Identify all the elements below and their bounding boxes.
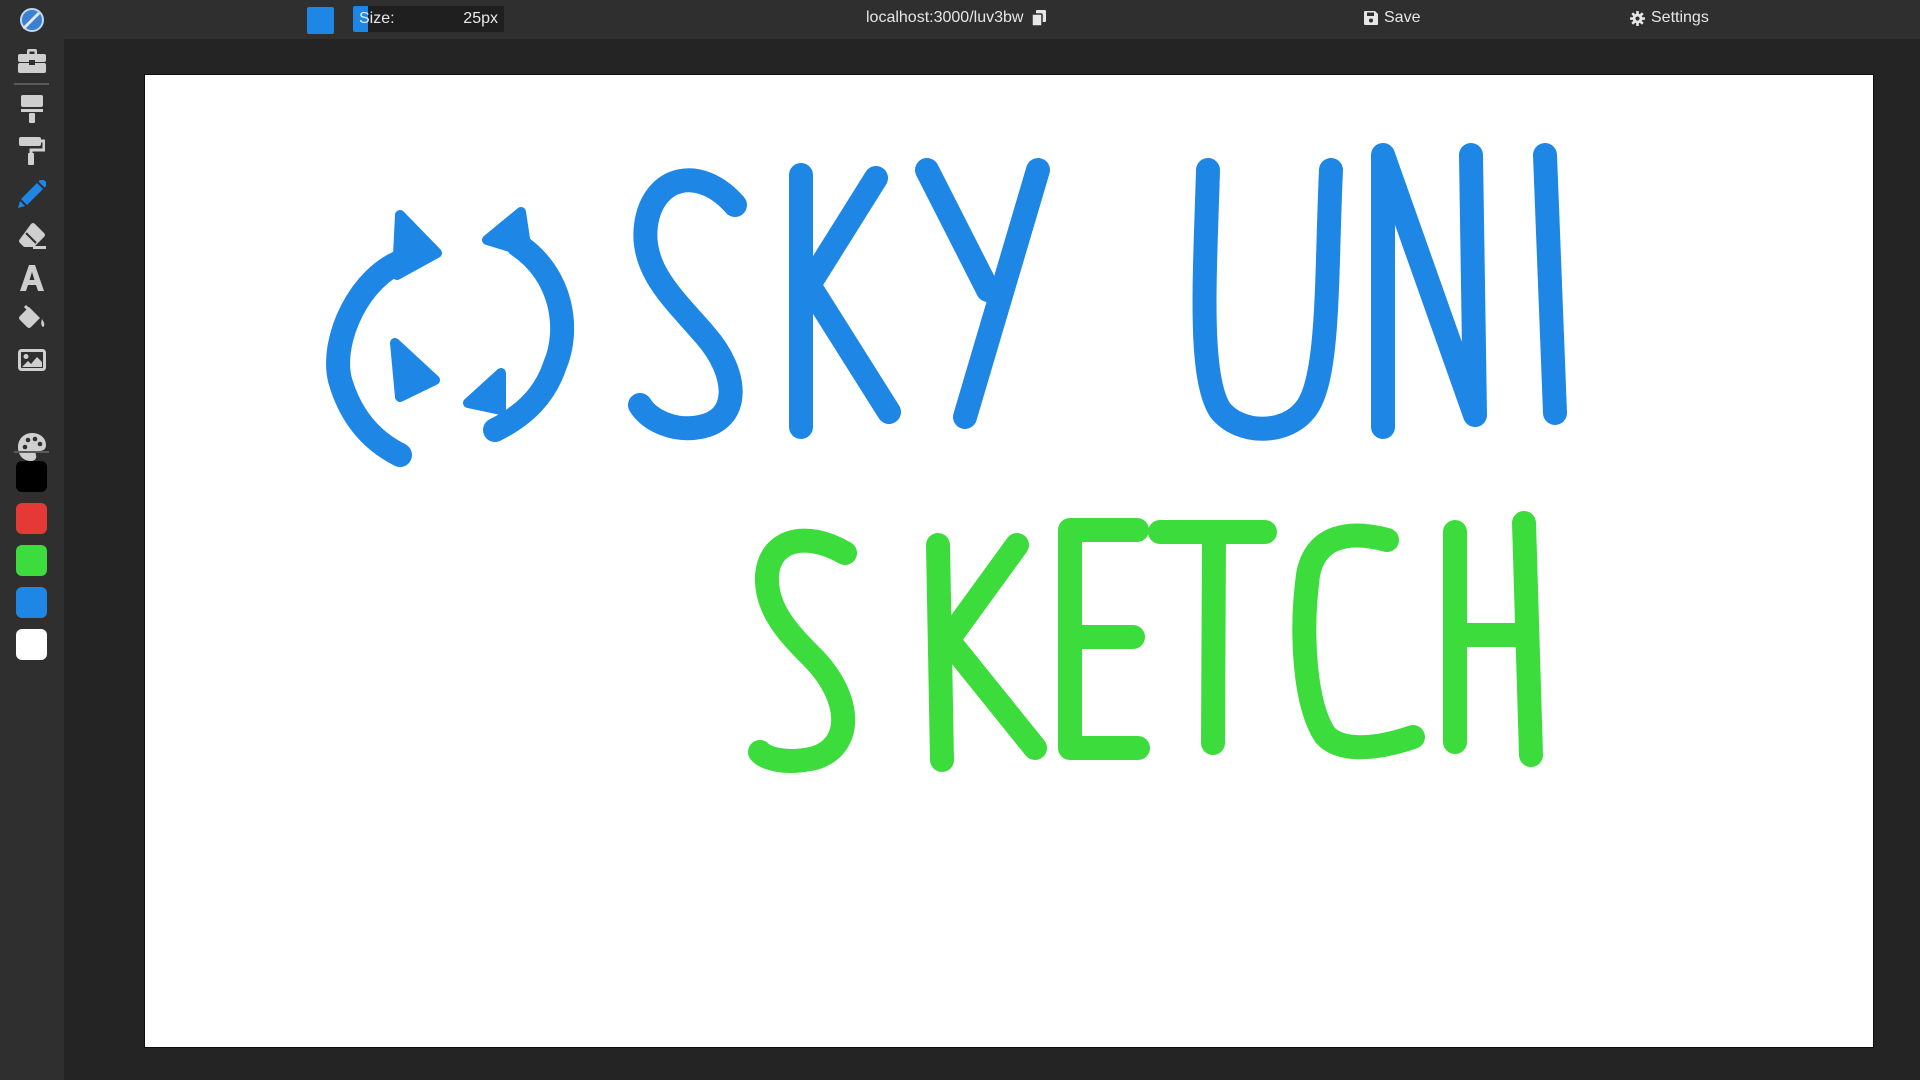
share-url-text: localhost:3000/luv3bw — [866, 9, 1024, 26]
color-swatch-black[interactable] — [16, 461, 47, 492]
drawn-text-sketch — [748, 511, 1543, 773]
sidebar-divider — [14, 451, 49, 453]
settings-button[interactable]: Settings — [1630, 9, 1709, 27]
pencil-button[interactable] — [12, 176, 52, 212]
color-swatch-blue[interactable] — [16, 587, 47, 618]
eraser-icon — [19, 223, 46, 249]
paint-roller-icon — [21, 95, 43, 123]
paint-roller-button[interactable] — [12, 91, 52, 127]
toolbox-button[interactable] — [12, 43, 52, 79]
drawn-text-sky-uni — [628, 143, 1567, 441]
palette-button[interactable] — [12, 429, 52, 465]
app-logo-icon[interactable] — [18, 6, 46, 34]
drawn-arrowheads — [390, 207, 532, 415]
save-button[interactable]: Save — [1364, 9, 1420, 27]
current-color-button[interactable] — [307, 7, 334, 34]
sidebar-divider — [14, 83, 49, 85]
text-tool-button[interactable] — [12, 260, 52, 296]
paint-brush-button[interactable] — [12, 133, 52, 169]
save-label: Save — [1384, 9, 1421, 26]
image-button[interactable] — [12, 342, 52, 378]
top-toolbar: Size: 25px localhost:3000/luv3bw Save Se… — [0, 0, 1920, 39]
pencil-icon — [18, 180, 46, 208]
brush-size-label: Size: — [359, 10, 395, 27]
paint-brush-icon — [19, 137, 45, 165]
fill-bucket-icon — [19, 305, 45, 328]
color-swatch-red[interactable] — [16, 503, 47, 534]
eraser-button[interactable] — [12, 218, 52, 254]
color-swatch-white[interactable] — [16, 629, 47, 660]
canvas-drawing — [326, 143, 1567, 773]
drawing-canvas[interactable] — [144, 74, 1874, 1048]
share-link[interactable]: localhost:3000/luv3bw — [866, 9, 1047, 27]
text-icon — [20, 265, 44, 291]
color-swatch-green[interactable] — [16, 545, 47, 576]
copy-icon[interactable] — [1032, 10, 1047, 26]
brush-size-slider[interactable]: Size: 25px — [353, 6, 504, 32]
gear-icon — [1630, 10, 1645, 26]
brush-size-value: 25px — [463, 10, 498, 27]
settings-label: Settings — [1651, 9, 1709, 26]
toolbox-icon — [18, 49, 46, 73]
tool-sidebar — [0, 39, 64, 1080]
drawn-sync-symbol — [326, 233, 575, 467]
image-icon — [18, 349, 46, 371]
floppy-disk-icon — [1364, 11, 1378, 25]
palette-icon — [18, 433, 46, 461]
fill-bucket-button[interactable] — [12, 300, 52, 336]
